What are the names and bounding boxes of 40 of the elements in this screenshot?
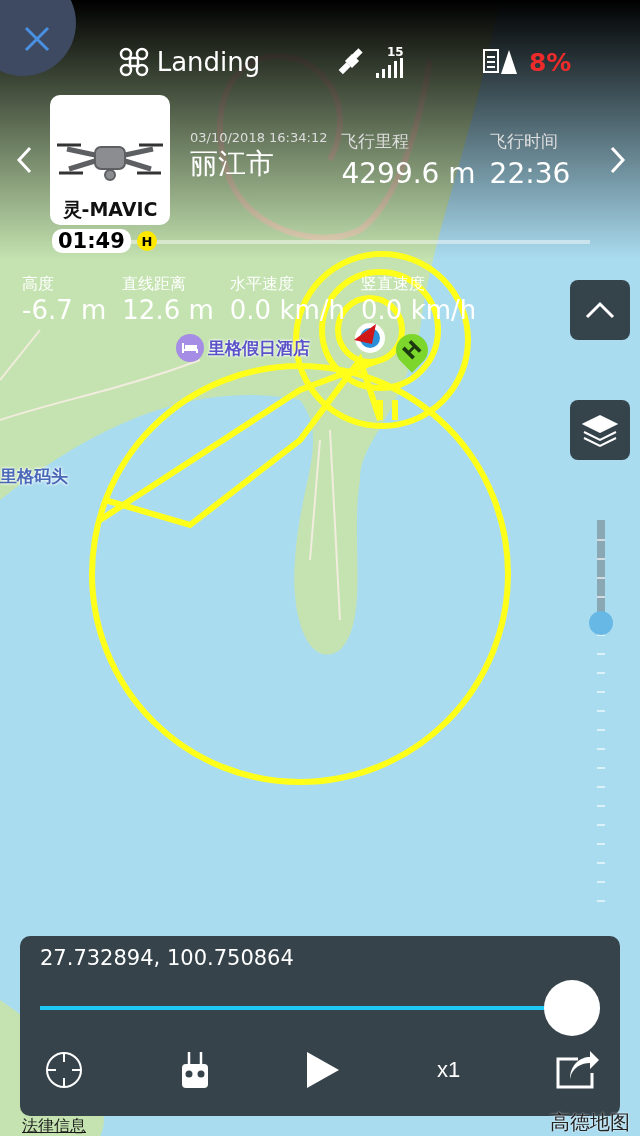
- bed-icon: [176, 334, 204, 362]
- telemetry-value: -6.7 m: [22, 295, 107, 325]
- share-icon: [556, 1051, 600, 1089]
- telemetry-label: 直线距离: [122, 274, 188, 295]
- map-label: 里格码头: [0, 465, 68, 488]
- flight-timer: 01:49: [52, 229, 131, 253]
- satellite-count: 15: [386, 46, 404, 58]
- share-button[interactable]: [556, 1051, 600, 1089]
- telemetry-label: 高度: [22, 274, 55, 295]
- crosshair-icon: [44, 1050, 84, 1090]
- speed-button[interactable]: x1: [437, 1057, 461, 1083]
- chevron-left-icon: [16, 146, 32, 174]
- locate-button[interactable]: [44, 1050, 84, 1090]
- city-name: 丽江市: [190, 146, 275, 182]
- remote-controller-icon: [179, 1050, 210, 1090]
- controller-button[interactable]: [179, 1050, 210, 1090]
- battery-level: 8%: [528, 47, 572, 77]
- drone-icon: [118, 47, 149, 77]
- chevron-up-icon: [585, 301, 615, 319]
- layers-icon: [580, 412, 620, 448]
- map-attribution: 高德地图: [550, 1110, 630, 1134]
- signal-icon: [375, 58, 404, 78]
- chevron-right-icon: [610, 146, 626, 174]
- legal-info-link[interactable]: 法律信息: [22, 1116, 86, 1135]
- flight-mode: Landing: [156, 47, 261, 77]
- coordinates: 27.732894, 100.750864: [40, 946, 295, 970]
- close-icon: [24, 26, 50, 52]
- map-layers-button[interactable]: [570, 400, 630, 460]
- playback-slider[interactable]: [40, 980, 600, 1036]
- telemetry-label: 水平速度: [229, 274, 295, 295]
- stat-value: 4299.6 m: [341, 157, 476, 190]
- collapse-button[interactable]: [570, 280, 630, 340]
- stat-label: 飞行时间: [489, 130, 559, 153]
- flight-date: 03/10/2018 16:34:12: [190, 130, 328, 145]
- telemetry-value: 12.6 m: [122, 295, 214, 325]
- playback-thumb[interactable]: [544, 980, 600, 1036]
- aircraft-name: 灵-MAVIC: [62, 197, 158, 222]
- aircraft-card[interactable]: 灵-MAVIC: [50, 95, 170, 225]
- stat-label: 飞行里程: [341, 130, 411, 153]
- stat-value: 22:36: [489, 157, 571, 190]
